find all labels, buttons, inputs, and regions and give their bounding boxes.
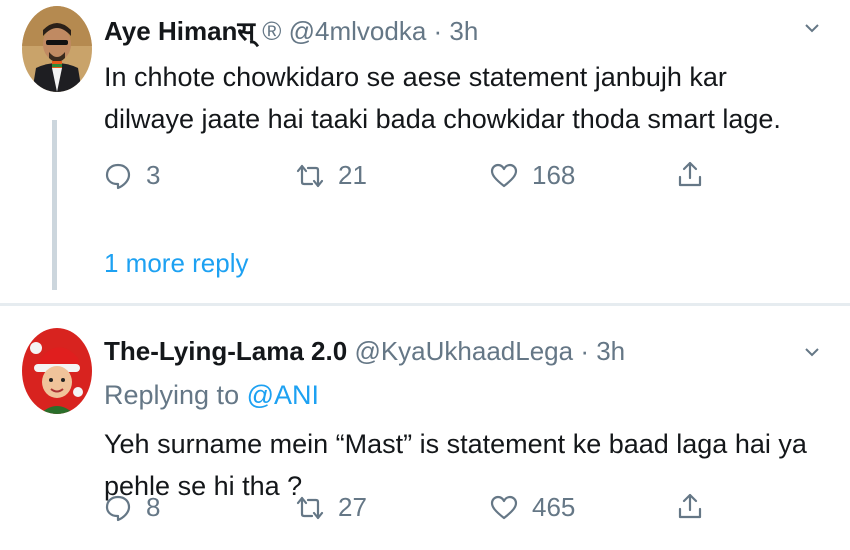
tweet[interactable]: The-Lying-Lama 2.0 @KyaUkhaadLega · 3h R… — [0, 306, 850, 550]
retweet-icon — [296, 496, 324, 519]
author-name[interactable]: The-Lying-Lama 2.0 — [104, 336, 347, 366]
reply-icon — [105, 163, 131, 189]
like-count: 168 — [532, 160, 576, 190]
tweet-actions: 3 21 168 — [104, 160, 724, 200]
reply-button[interactable]: 8 — [104, 492, 160, 523]
retweet-button[interactable]: 21 — [296, 160, 367, 191]
reply-icon — [105, 495, 131, 521]
avatar-photo — [22, 328, 92, 414]
chevron-down-icon[interactable] — [804, 20, 820, 36]
tweet-header: The-Lying-Lama 2.0 @KyaUkhaadLega · 3h — [104, 336, 625, 367]
author-handle-time[interactable]: @KyaUkhaadLega · 3h — [354, 336, 625, 366]
share-button[interactable] — [676, 492, 718, 520]
reply-count: 3 — [146, 160, 161, 190]
retweet-icon — [296, 164, 324, 187]
tweet-text: In chhote chowkidaro se aese statement j… — [104, 62, 781, 134]
registered-symbol: ® — [255, 16, 282, 46]
heart-icon — [490, 495, 518, 519]
heart-icon — [490, 163, 518, 187]
tweet-actions: 8 27 465 — [104, 492, 724, 532]
like-button[interactable]: 168 — [490, 160, 575, 191]
chevron-down-icon[interactable] — [804, 344, 820, 360]
tweet[interactable]: Aye Himanस् ® @4mlvodka · 3h In chhote c… — [0, 0, 850, 303]
avatar[interactable] — [22, 6, 92, 92]
share-icon — [678, 161, 702, 187]
avatar-photo — [22, 6, 92, 92]
replying-to: Replying to @ANI — [104, 380, 319, 411]
mention-link[interactable]: @ANI — [247, 380, 319, 410]
share-button[interactable] — [676, 160, 718, 188]
retweet-button[interactable]: 27 — [296, 492, 367, 523]
avatar[interactable] — [22, 328, 92, 414]
reply-button[interactable]: 3 — [104, 160, 160, 191]
reply-count: 8 — [146, 492, 161, 522]
replying-label: Replying to — [104, 380, 240, 410]
tweet-header: Aye Himanस् ® @4mlvodka · 3h — [104, 12, 478, 48]
like-button[interactable]: 465 — [490, 492, 575, 523]
retweet-count: 21 — [338, 160, 367, 190]
author-name[interactable]: Aye Himanस् — [104, 16, 255, 46]
author-handle-time[interactable]: @4mlvodka · 3h — [289, 16, 479, 46]
retweet-count: 27 — [338, 492, 367, 522]
like-count: 465 — [532, 492, 576, 522]
more-replies-link[interactable]: 1 more reply — [104, 248, 249, 279]
thread-dots — [52, 230, 57, 290]
share-icon — [678, 493, 702, 519]
